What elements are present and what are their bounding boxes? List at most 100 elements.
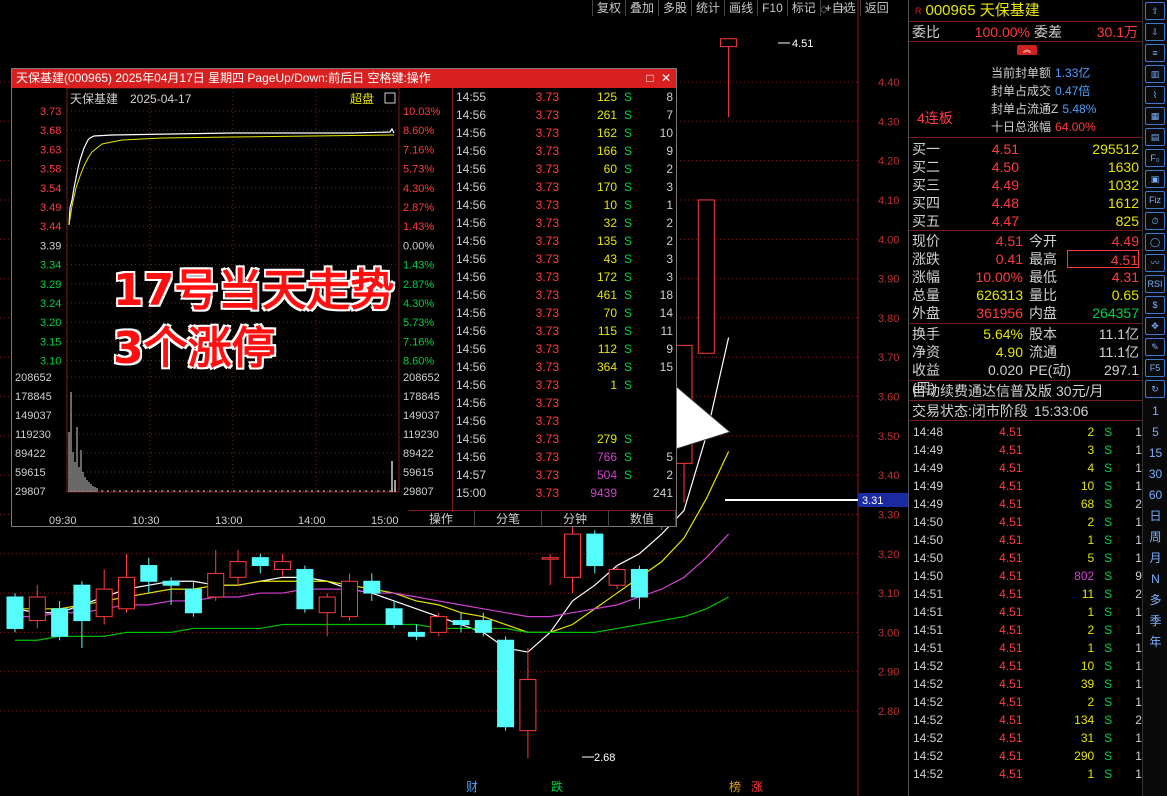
toolbar-button-4[interactable]: 画线: [724, 0, 757, 16]
candle[interactable]: [586, 530, 604, 574]
bid-row[interactable]: 买四 4.48 1612: [909, 194, 1142, 212]
line-chart-icon[interactable]: ⌇: [1145, 86, 1165, 104]
close-icon[interactable]: ✕: [658, 69, 674, 88]
candle[interactable]: [363, 573, 381, 601]
popup-tab-0[interactable]: 操作: [408, 511, 475, 527]
bottom-marker[interactable]: 涨: [751, 778, 763, 795]
bid-row[interactable]: 买五 4.47 825: [909, 212, 1142, 230]
candle[interactable]: [140, 557, 158, 594]
period-button-3[interactable]: 30: [1143, 464, 1167, 485]
candle[interactable]: [697, 199, 715, 354]
candle[interactable]: [318, 593, 336, 637]
toolbar-button-1[interactable]: 叠加: [625, 0, 658, 16]
circle-icon[interactable]: ◯: [1145, 233, 1165, 251]
toolbar-button-8[interactable]: 返回: [859, 0, 893, 16]
quote-row: 换手 5.64% 股本 11.1亿: [909, 325, 1142, 343]
arrow-up-icon[interactable]: ⇧: [1145, 2, 1165, 20]
toolbar-button-3[interactable]: 统计: [691, 0, 724, 16]
candle[interactable]: [407, 624, 425, 641]
list-icon[interactable]: ≡: [1145, 44, 1165, 62]
period-button-9[interactable]: 多: [1143, 590, 1167, 611]
candle[interactable]: [519, 648, 537, 759]
intraday-mode[interactable]: 超盘: [350, 91, 374, 106]
tick-volume: 261: [596, 108, 617, 122]
popup-tick-table[interactable]: 14:55 3.73 125 S 8 14:56 3.73 261 S 7 14:56 3.73 162…: [452, 88, 676, 512]
popup-tab-2[interactable]: 分钟: [542, 511, 609, 527]
candle[interactable]: [95, 569, 113, 625]
toolbar-button-2[interactable]: 多股: [658, 0, 691, 16]
candle[interactable]: [430, 612, 448, 637]
candle[interactable]: [452, 612, 470, 633]
candle[interactable]: [630, 565, 648, 609]
candle[interactable]: [118, 553, 135, 613]
candle[interactable]: [28, 585, 46, 629]
refresh-icon[interactable]: ↻: [1145, 380, 1165, 398]
bid-row[interactable]: 买二 4.50 1630: [909, 158, 1142, 176]
bottom-marker[interactable]: 榜: [729, 778, 741, 795]
candle[interactable]: [251, 553, 269, 574]
promo-price[interactable]: 30元/月: [1056, 381, 1103, 400]
period-button-2[interactable]: 15: [1143, 443, 1167, 464]
f10-icon[interactable]: F₀: [1145, 149, 1165, 167]
candle[interactable]: [541, 553, 559, 586]
bid-row[interactable]: 买三 4.49 1032: [909, 176, 1142, 194]
quote-label: 换手: [912, 326, 940, 342]
period-button-1[interactable]: 5: [1143, 422, 1167, 443]
intraday-mode-icon[interactable]: [384, 92, 396, 104]
volume-right-tick: 178845: [403, 391, 440, 403]
tick-time: 14:56: [456, 162, 487, 176]
candle[interactable]: [73, 581, 91, 649]
promo-row[interactable]: 自动续费通达信普及版 30元/月: [909, 381, 1142, 401]
period-button-11[interactable]: 年: [1143, 632, 1167, 653]
realtime-tick-row: 14:50 4.51 802 S 9: [909, 567, 1142, 585]
period-button-8[interactable]: N: [1143, 569, 1167, 590]
candle[interactable]: [229, 549, 247, 586]
fiz-icon[interactable]: Fiz: [1145, 191, 1165, 209]
rsi-icon[interactable]: RSI: [1145, 275, 1165, 293]
collapse-icon[interactable]: ︽: [1017, 45, 1037, 55]
candle[interactable]: [341, 573, 358, 621]
bottom-marker[interactable]: 跌: [551, 778, 563, 795]
pencil-icon[interactable]: ✎: [1145, 338, 1165, 356]
candle[interactable]: [184, 581, 202, 617]
popup-tab-3[interactable]: 数值: [609, 511, 676, 527]
period-button-10[interactable]: 季: [1143, 611, 1167, 632]
stock-header[interactable]: R 000965 天保基建: [909, 0, 1142, 22]
period-button-0[interactable]: 1: [1143, 401, 1167, 422]
minimize-icon[interactable]: □: [642, 69, 658, 88]
candle[interactable]: [51, 600, 69, 641]
period-button-5[interactable]: 日: [1143, 506, 1167, 527]
candle[interactable]: [6, 593, 24, 633]
arrow-down-icon[interactable]: ⇩: [1145, 23, 1165, 41]
candle[interactable]: [207, 549, 225, 601]
period-button-6[interactable]: 周: [1143, 527, 1167, 548]
bottom-marker[interactable]: 财: [466, 778, 478, 795]
document-icon[interactable]: ▤: [1145, 128, 1165, 146]
popup-title-bar[interactable]: 天保基建(000965) 2025年04月17日 星期四 PageUp/Down…: [12, 69, 676, 88]
clock-icon[interactable]: ⏱: [1145, 212, 1165, 230]
candle[interactable]: [497, 636, 515, 731]
period-button-4[interactable]: 60: [1143, 485, 1167, 506]
period-button-7[interactable]: 月: [1143, 548, 1167, 569]
bid-row[interactable]: 买一 4.51 295512: [909, 140, 1142, 158]
candle[interactable]: [274, 553, 292, 578]
toolbar-button-5[interactable]: F10: [757, 0, 787, 16]
candle[interactable]: [720, 38, 738, 118]
f5-icon[interactable]: F5: [1145, 359, 1165, 377]
rt-time: 14:49: [913, 443, 944, 457]
bar-chart-icon[interactable]: ▥: [1145, 65, 1165, 83]
promo-text[interactable]: 自动续费通达信普及版: [912, 381, 1052, 400]
candle[interactable]: [385, 600, 403, 629]
toolbar-button-0[interactable]: 复权: [592, 0, 625, 16]
toolbar-button-6[interactable]: 标记: [786, 0, 820, 16]
toolbar-button-7[interactable]: +自选: [819, 0, 860, 16]
candle[interactable]: [296, 565, 314, 613]
popup-tab-1[interactable]: 分笔: [475, 511, 542, 527]
wave-icon[interactable]: 〰: [1145, 254, 1165, 272]
candle[interactable]: [608, 565, 626, 590]
move-icon[interactable]: ✥: [1145, 317, 1165, 335]
calendar-icon[interactable]: ▣: [1145, 170, 1165, 188]
realtime-ticks[interactable]: 14:48 4.51 2 S 1 14:49 4.51 3 S 1 14:49 4.51 4 S 1 14:4…: [909, 421, 1142, 783]
grid-icon[interactable]: ▦: [1145, 107, 1165, 125]
dollar-icon[interactable]: $: [1145, 296, 1165, 314]
